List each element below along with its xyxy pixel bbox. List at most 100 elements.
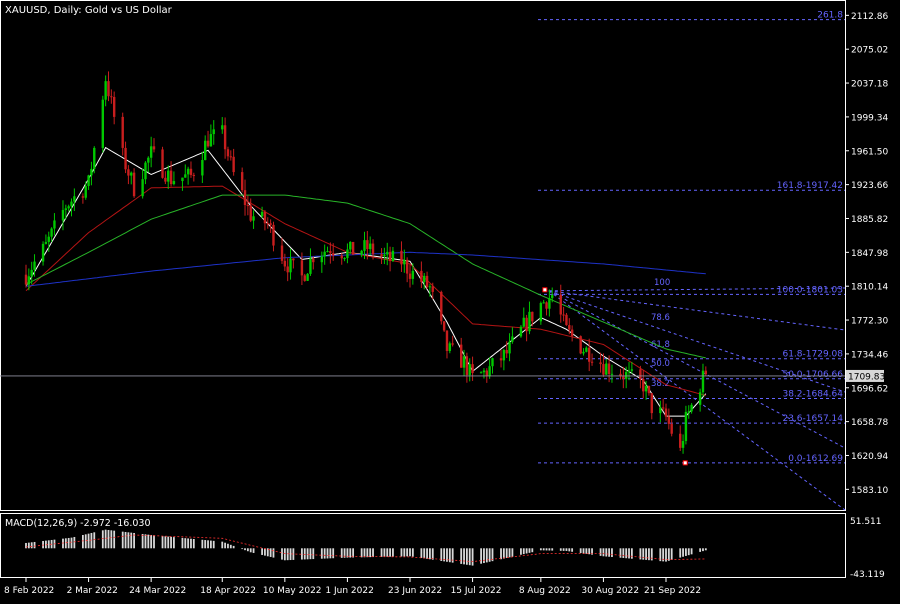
candle-body [47,236,50,242]
candle-body [471,364,474,374]
macd-histogram-bar [392,548,394,557]
candle-body [505,349,508,354]
macd-histogram-bar [366,548,369,558]
macd-histogram-bar [360,548,363,558]
macd-histogram-bar [212,540,215,549]
candle-body [164,177,167,182]
current-price-label: 1709.83 [848,372,885,382]
macd-histogram-bar [329,548,332,559]
candle-body [147,157,150,163]
price-label: 2037.18 [851,80,888,90]
macd-histogram-bar [244,548,246,551]
macd-histogram-bar [47,540,50,549]
macd-histogram-bar [167,536,170,549]
macd-histogram-bar [389,548,391,557]
candle-body [590,361,594,363]
macd-histogram-bar [483,548,485,564]
candle-body [448,343,452,351]
macd-histogram-bar [648,548,650,561]
macd-histogram-bar [511,548,514,557]
candle-body [110,96,113,98]
macd-scale-top: 51.511 [850,517,882,527]
macd-histogram-bar [224,542,227,549]
macd-histogram-bar [528,548,531,553]
macd-histogram-bar [161,536,164,549]
candle-body [252,216,255,221]
macd-histogram-bar [548,548,551,551]
candle-body [528,311,531,332]
candle-body [340,255,343,259]
macd-histogram-bar [241,548,244,550]
candle-body [428,286,432,288]
candle-body [67,206,70,209]
chart-window[interactable]: 261.8 161.8-1917.42 100.0-1801.03 61.8-1729… [0,0,900,600]
candlestick-chart[interactable]: 261.8 161.8-1917.42 100.0-1801.03 61.8-1729… [0,0,900,600]
macd-histogram-bar [170,536,172,549]
macd-histogram-bar [645,548,647,560]
macd-histogram-bar [608,548,611,557]
candle-body [332,253,335,256]
price-label: 1696.62 [851,384,888,394]
fibo-level-label: 50.0-1706.66 [782,370,843,380]
macd-histogram-bar [380,548,383,557]
candle-body [283,260,287,267]
macd-histogram-bar [73,536,76,549]
macd-histogram-bar [429,548,431,560]
candle-body [141,179,144,197]
candle-body [181,177,184,182]
fibo-level-label: 61.8-1729.08 [782,350,843,360]
candle-body [90,168,93,176]
candle-body [624,372,628,379]
macd-histogram-bar [565,548,568,551]
candle-body [366,240,369,250]
candle-body [479,372,483,374]
macd-histogram-bar [460,548,463,564]
macd-histogram-bar [386,548,389,557]
candle-body [582,351,585,354]
macd-histogram-bar [320,548,323,559]
macd-histogram-bar [611,548,613,558]
macd-histogram-bar [246,548,249,552]
candle-body [27,276,31,285]
macd-histogram-bar [147,534,150,549]
macd-histogram-bar [141,533,144,549]
macd-histogram-bar [571,548,574,552]
macd-histogram-bar [104,529,107,549]
candle-body [445,330,449,351]
candle-body [548,298,551,309]
macd-histogram-bar [283,548,286,561]
macd-histogram-bar [542,548,545,551]
candle-body [502,349,506,361]
macd-histogram-bar [323,548,326,559]
macd-histogram-bar [81,534,84,549]
candle-body [661,407,665,409]
candle-body [588,347,591,362]
macd-histogram-bar [465,548,468,565]
candle-body [371,243,375,255]
macd-histogram-bar [485,548,488,563]
candle-body [650,393,653,414]
price-label: 1923.66 [851,181,888,191]
chart-title: XAUUSD, Daily: Gold vs US Dollar [5,5,173,16]
fibo-level-label: 100.0-1801.03 [777,285,843,295]
fibo-level-label: 23.6-1657.14 [782,414,843,424]
macd-histogram-bar [101,530,104,549]
candle-body [30,269,33,277]
price-label: 1847.98 [851,249,888,259]
macd-histogram-bar [505,548,508,558]
candle-body [659,407,662,414]
candle-body [121,116,124,148]
candle-body [263,211,267,224]
candle-body [104,81,107,100]
price-label: 1772.30 [851,317,888,327]
candle-body [189,168,193,175]
macd-histogram-bar [27,542,30,549]
candle-body [186,168,190,175]
candle-body [380,254,383,257]
candle-body [405,259,409,274]
candle-body [184,174,187,178]
macd-histogram-bar [272,548,275,558]
candle-body [33,261,36,270]
fibo-level-label: 161.8-1917.42 [777,181,843,191]
date-label: 15 Jul 2022 [451,586,502,596]
